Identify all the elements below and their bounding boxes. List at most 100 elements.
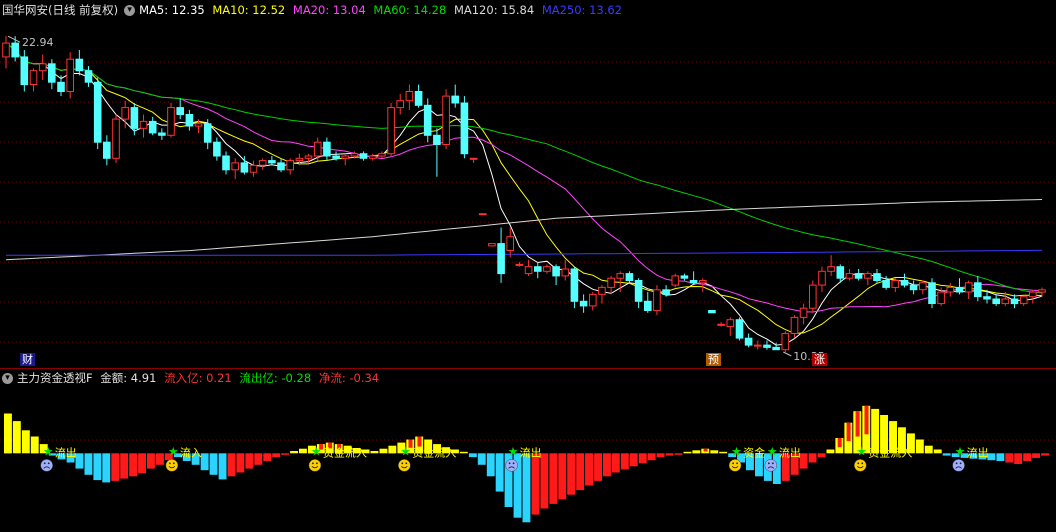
- inflow-signal-label: 资金流入: [412, 445, 456, 459]
- candle-body: [717, 323, 725, 326]
- finance-tag[interactable]: 财: [20, 353, 35, 366]
- candle-body: [809, 284, 817, 309]
- high-price-label: 22.94: [22, 36, 54, 49]
- flow-bar: [227, 453, 236, 477]
- candle-body: [735, 319, 744, 339]
- face-eye: [401, 462, 404, 465]
- face-eye: [172, 462, 175, 465]
- candle-body: [423, 104, 432, 136]
- flow-bar: [1023, 453, 1032, 461]
- fund-flow-chart[interactable]: ★ 流出 ★ 流入 ★ 资金流入 ★ 资金流入 ★ 流出 ★ 资金 ★ 流出 ★ 资金流入 ★ 流出: [0, 370, 1056, 532]
- candle-body: [139, 120, 148, 129]
- signal-star-icon: ★: [856, 444, 867, 458]
- flow-bar: [522, 453, 531, 523]
- candle-body: [258, 160, 267, 166]
- face-eye: [512, 462, 515, 465]
- candle-body: [983, 296, 991, 300]
- face-eye: [47, 462, 50, 465]
- candle-body: [689, 280, 698, 284]
- candle-body: [222, 155, 230, 171]
- happy-face-icon: [728, 459, 742, 472]
- candle-body: [992, 298, 1001, 305]
- face-eye: [955, 462, 958, 465]
- outflow-signal-label: 流出: [779, 445, 801, 459]
- flow-bar: [209, 453, 218, 475]
- candle-body: [1029, 291, 1037, 298]
- flow-bar: [629, 453, 638, 467]
- flow-bar: [4, 413, 12, 454]
- candle-body: [891, 280, 900, 288]
- flow-bar: [245, 453, 254, 469]
- candlestick-chart[interactable]: 22.9410.35: [0, 0, 1056, 368]
- candle-body: [304, 155, 313, 159]
- candle-body: [396, 100, 404, 109]
- candle-body: [121, 107, 130, 120]
- candle-body: [919, 282, 927, 291]
- candle-body: [589, 293, 597, 307]
- candle-body: [955, 286, 964, 293]
- candle-body: [75, 58, 84, 72]
- candle-body: [653, 289, 661, 312]
- flow-bar: [656, 453, 665, 458]
- signal-star-icon: ★: [767, 444, 778, 458]
- outflow-signal-label: 流出: [520, 445, 542, 459]
- candle-body: [882, 280, 890, 288]
- inflow-bar-core: [837, 438, 842, 448]
- low-pointer: [783, 351, 792, 357]
- stock-chart-window: 国华网安(日线 前复权) ▾ MA5: 12.35 MA10: 12.52 MA20…: [0, 0, 1056, 532]
- candle-body: [699, 280, 707, 284]
- flow-bar: [996, 453, 1005, 461]
- candle-body: [552, 266, 560, 277]
- candle-body: [534, 266, 542, 272]
- candle-body: [854, 273, 863, 279]
- flow-bar: [477, 453, 486, 465]
- flow-bar: [915, 439, 924, 454]
- flow-bar: [1041, 453, 1049, 456]
- candle-body: [928, 282, 936, 304]
- candle-body: [478, 213, 487, 216]
- inflow-bar-core: [846, 422, 851, 442]
- candle-body: [515, 263, 524, 266]
- face-eye: [771, 462, 774, 465]
- candle-body: [900, 280, 909, 286]
- candle-body: [744, 337, 753, 346]
- candle-body: [781, 333, 790, 351]
- candle-body: [433, 134, 441, 146]
- flow-bar: [30, 436, 39, 454]
- rise-tag[interactable]: 涨: [812, 353, 827, 366]
- candle-body: [524, 266, 533, 275]
- flow-bar: [156, 453, 164, 465]
- candle-body: [378, 153, 386, 157]
- flow-bar: [459, 451, 468, 454]
- candle-body: [726, 319, 735, 328]
- candle-body: [845, 273, 854, 279]
- inflow-bar-core: [703, 448, 708, 452]
- panel-divider[interactable]: [0, 368, 1056, 369]
- sad-face-icon: [505, 459, 518, 472]
- candle-body: [112, 118, 120, 159]
- candle-body: [148, 120, 157, 134]
- flow-bar: [281, 453, 289, 455]
- signal-star-icon: ★: [43, 444, 54, 458]
- flow-bar: [558, 453, 567, 500]
- candle-body: [634, 280, 643, 302]
- flow-bar: [674, 453, 683, 455]
- candle-body: [873, 273, 881, 282]
- signal-star-icon: ★: [311, 444, 322, 458]
- candle-body: [323, 141, 331, 157]
- candle-body: [506, 236, 514, 251]
- flow-bar: [924, 445, 933, 454]
- candle-body: [29, 70, 38, 85]
- candle-body: [38, 63, 47, 72]
- flow-bar: [933, 449, 942, 454]
- flow-bar: [603, 453, 611, 477]
- candle-body: [671, 275, 680, 286]
- forecast-tag[interactable]: 预: [706, 353, 721, 366]
- candle-body: [451, 95, 459, 104]
- candle-body: [268, 160, 276, 164]
- happy-face-icon: [398, 459, 411, 472]
- candle-body: [598, 286, 606, 295]
- inflow-signal-label: 资金流入: [868, 445, 912, 459]
- sad-face-icon: [40, 459, 53, 472]
- flow-bar: [1014, 453, 1023, 464]
